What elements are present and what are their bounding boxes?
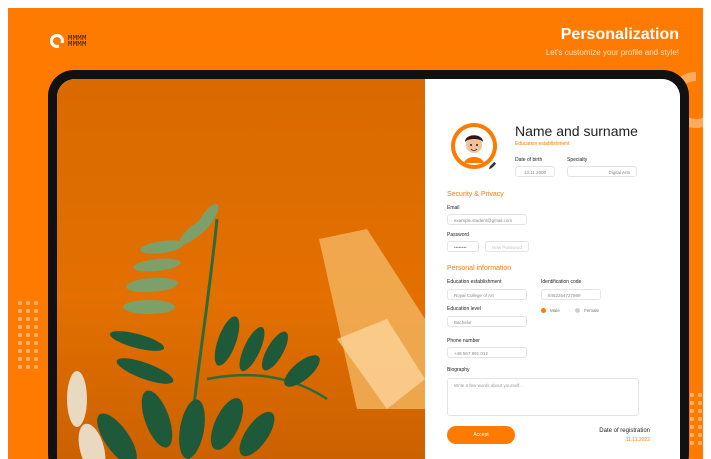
accept-button[interactable]: Accept <box>447 426 515 444</box>
gender-radio-female[interactable]: Female <box>575 308 599 313</box>
plant-illustration <box>67 203 425 459</box>
pencil-icon[interactable] <box>488 161 497 170</box>
radio-selected-icon <box>541 308 546 313</box>
hero-title: Personalization <box>560 26 679 43</box>
email-label: Email <box>447 205 460 211</box>
logo-mark <box>50 34 64 48</box>
app-canvas: MMMM MMMM Personalization Let's customize… <box>8 8 703 459</box>
education-subtitle: Education establishment <box>515 141 570 147</box>
phone-field[interactable]: +48 567 891 012 <box>447 347 527 358</box>
hero-subtitle: Let's customize your profile and style! <box>545 48 679 57</box>
phone-label: Phone number <box>447 338 480 344</box>
education-field[interactable]: Royal College of Art <box>447 289 527 300</box>
plant-photo <box>57 79 425 459</box>
personal-section-title: Personal information <box>447 265 512 272</box>
avatar-illustration <box>455 127 493 165</box>
education-level-label: Education level <box>447 306 481 312</box>
password-label: Password <box>447 232 469 238</box>
gender-label-male: Male <box>550 308 560 313</box>
biography-label: Biography <box>447 367 470 373</box>
gender-label-female: Female <box>584 308 600 313</box>
registration-date: 11.11.2022 <box>625 437 650 443</box>
education-label: Education establishment <box>447 279 502 285</box>
logo: MMMM MMMM <box>50 34 87 48</box>
identification-label: Identification code <box>541 279 582 285</box>
logo-word: MMMM MMMM <box>68 34 87 48</box>
decorative-dots-left <box>18 301 38 369</box>
registration-label: Date of registration <box>599 428 650 434</box>
email-field[interactable]: example.student@gmail.com <box>447 214 527 225</box>
education-level-field[interactable]: Bachelor <box>447 316 527 327</box>
security-section-title: Security & Privacy <box>447 191 504 198</box>
date-of-birth-label: Date of birth <box>515 157 543 163</box>
specialty-field[interactable]: Digital Arts <box>567 166 637 177</box>
radio-unselected-icon <box>575 308 580 313</box>
date-of-birth-field[interactable]: 13.11.2000 <box>515 166 555 177</box>
gender-radio-male[interactable]: Male <box>541 308 560 313</box>
profile-form: Name and surname Education establishment… <box>425 79 680 459</box>
identification-field[interactable]: 8452264727989 <box>541 289 601 300</box>
new-password-field[interactable]: New Password <box>485 241 529 252</box>
specialty-label: Specialty <box>567 157 588 163</box>
tablet-frame: Name and surname Education establishment… <box>48 70 689 459</box>
tablet-screen: Name and surname Education establishment… <box>57 79 680 459</box>
biography-textarea[interactable]: Write a few words about yourself... <box>447 378 639 416</box>
password-field[interactable]: •••••••• <box>447 241 479 252</box>
profile-name: Name and surname <box>515 123 638 139</box>
